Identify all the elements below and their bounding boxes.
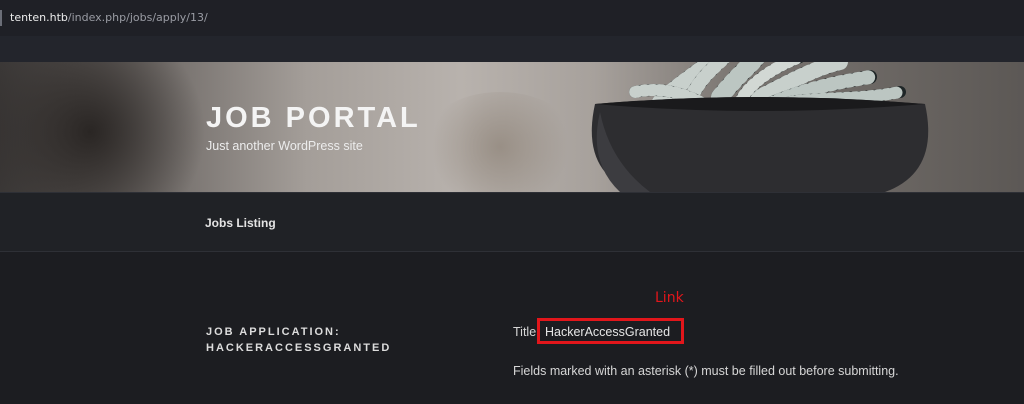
url-path: /index.php/jobs/apply/13/ <box>67 11 208 24</box>
title-label: Title: <box>513 325 540 339</box>
job-application-heading-line1: JOB APPLICATION: <box>206 326 341 338</box>
site-tagline: Just another WordPress site <box>206 139 363 153</box>
browser-toolbar-strip <box>0 36 1024 62</box>
job-application-heading-line2: HACKERACCESSGRANTED <box>206 342 392 354</box>
annotation-link-label: Link <box>655 290 684 306</box>
site-header: JOB PORTAL Just another WordPress site <box>0 62 1024 192</box>
title-value-link[interactable]: HackerAccessGranted <box>545 325 670 339</box>
url-text[interactable]: tenten.htb/index.php/jobs/apply/13/ <box>10 11 208 24</box>
address-bar[interactable]: tenten.htb/index.php/jobs/apply/13/ <box>0 0 1024 36</box>
site-title[interactable]: JOB PORTAL <box>206 102 421 135</box>
nav-item-jobs-listing[interactable]: Jobs Listing <box>205 216 276 230</box>
url-host: tenten.htb <box>10 11 68 24</box>
required-fields-hint: Fields marked with an asterisk (*) must … <box>513 364 899 378</box>
address-bar-caret <box>0 10 2 26</box>
potted-plant-image <box>591 62 929 192</box>
job-application-heading: JOB APPLICATION: HACKERACCESSGRANTED <box>206 324 391 356</box>
header-background-blur <box>0 62 220 192</box>
main-navigation: Jobs Listing <box>0 192 1024 252</box>
